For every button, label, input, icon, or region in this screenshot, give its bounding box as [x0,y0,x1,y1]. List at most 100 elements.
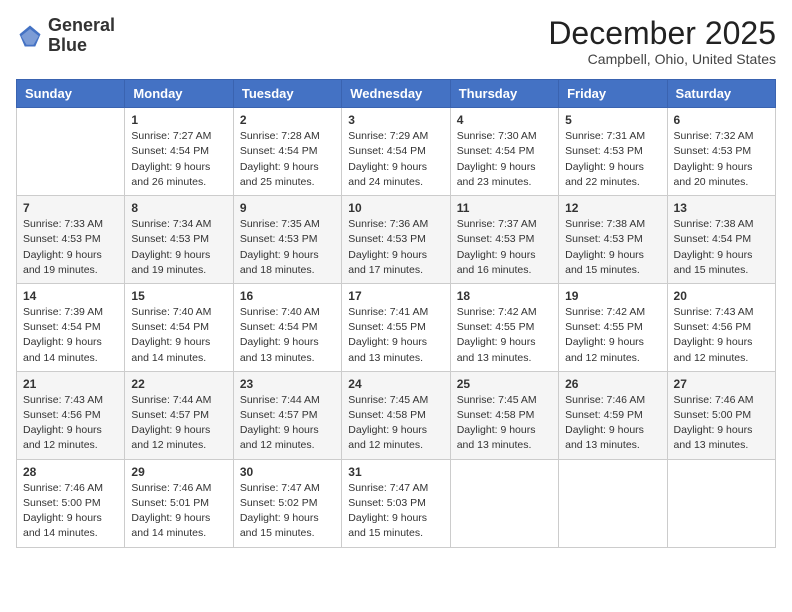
day-number: 26 [565,377,660,391]
sunset-text: Sunset: 4:53 PM [457,232,552,247]
logo-line2: Blue [48,36,115,56]
day-number: 19 [565,289,660,303]
sunset-text: Sunset: 5:02 PM [240,496,335,511]
daylight-text: Daylight: 9 hours and 15 minutes. [565,248,660,278]
daylight-text: Daylight: 9 hours and 13 minutes. [457,423,552,453]
daylight-text: Daylight: 9 hours and 20 minutes. [674,160,769,190]
sunrise-text: Sunrise: 7:41 AM [348,305,443,320]
calendar-cell: 6Sunrise: 7:32 AMSunset: 4:53 PMDaylight… [667,108,775,196]
daylight-text: Daylight: 9 hours and 19 minutes. [131,248,226,278]
day-number: 30 [240,465,335,479]
day-number: 9 [240,201,335,215]
daylight-text: Daylight: 9 hours and 25 minutes. [240,160,335,190]
day-info: Sunrise: 7:38 AMSunset: 4:53 PMDaylight:… [565,217,660,278]
calendar-cell [450,459,558,547]
calendar-cell: 9Sunrise: 7:35 AMSunset: 4:53 PMDaylight… [233,196,341,284]
calendar-week-3: 14 Sunrise: 7:39 AMSunset: 4:54 PMDayligh… [17,283,776,371]
calendar-cell: 7Sunrise: 7:33 AMSunset: 4:53 PMDaylight… [17,196,125,284]
day-info: Sunrise: 7:29 AMSunset: 4:54 PMDaylight:… [348,129,443,190]
day-number: 3 [348,113,443,127]
sunrise-text: Sunrise: 7:40 AM [240,305,335,320]
calendar-cell: 2Sunrise: 7:28 AMSunset: 4:54 PMDaylight… [233,108,341,196]
daylight-text: Daylight: 9 hours and 13 minutes. [348,335,443,365]
weekday-header-monday: Monday [125,80,233,108]
sunrise-text: Sunrise: 7:34 AM [131,217,226,232]
daylight-text: Daylight: 9 hours and 13 minutes. [565,423,660,453]
weekday-header-sunday: Sunday [17,80,125,108]
daylight-text: Daylight: 9 hours and 12 minutes. [23,423,118,453]
sunset-text: Sunset: 5:01 PM [131,496,226,511]
day-number: 28 [23,465,118,479]
day-info: Sunrise: 7:37 AMSunset: 4:53 PMDaylight:… [457,217,552,278]
day-info: Sunrise: 7:39 AMSunset: 4:54 PMDaylight:… [23,305,118,366]
day-info: Sunrise: 7:41 AMSunset: 4:55 PMDaylight:… [348,305,443,366]
day-info: Sunrise: 7:47 AMSunset: 5:03 PMDaylight:… [348,481,443,542]
day-info: Sunrise: 7:31 AMSunset: 4:53 PMDaylight:… [565,129,660,190]
day-info: Sunrise: 7:32 AMSunset: 4:53 PMDaylight:… [674,129,769,190]
sunset-text: Sunset: 4:53 PM [23,232,118,247]
title-block: December 2025 Campbell, Ohio, United Sta… [548,16,776,67]
day-info: Sunrise: 7:40 AMSunset: 4:54 PMDaylight:… [240,305,335,366]
daylight-text: Daylight: 9 hours and 12 minutes. [240,423,335,453]
calendar-cell: 8 Sunrise: 7:34 AMSunset: 4:53 PMDaylight… [125,196,233,284]
sunrise-text: Sunrise: 7:35 AM [240,217,335,232]
sunrise-text: Sunrise: 7:44 AM [240,393,335,408]
logo-icon [16,22,44,50]
sunrise-text: Sunrise: 7:28 AM [240,129,335,144]
day-info: Sunrise: 7:34 AMSunset: 4:53 PMDaylight:… [131,217,226,278]
sunset-text: Sunset: 4:54 PM [131,144,226,159]
daylight-text: Daylight: 9 hours and 14 minutes. [23,335,118,365]
sunset-text: Sunset: 5:00 PM [23,496,118,511]
calendar-cell [17,108,125,196]
calendar-cell [667,459,775,547]
sunset-text: Sunset: 4:54 PM [348,144,443,159]
day-number: 18 [457,289,552,303]
sunset-text: Sunset: 4:53 PM [674,144,769,159]
month-title: December 2025 [548,16,776,51]
day-number: 4 [457,113,552,127]
sunrise-text: Sunrise: 7:38 AM [674,217,769,232]
sunrise-text: Sunrise: 7:47 AM [240,481,335,496]
day-info: Sunrise: 7:44 AMSunset: 4:57 PMDaylight:… [131,393,226,454]
sunset-text: Sunset: 4:56 PM [674,320,769,335]
daylight-text: Daylight: 9 hours and 12 minutes. [674,335,769,365]
page-header: General Blue December 2025 Campbell, Ohi… [16,16,776,67]
day-number: 8 [131,201,226,215]
day-number: 31 [348,465,443,479]
calendar-cell: 28 Sunrise: 7:46 AMSunset: 5:00 PMDayligh… [17,459,125,547]
daylight-text: Daylight: 9 hours and 12 minutes. [131,423,226,453]
calendar-cell: 12 Sunrise: 7:38 AMSunset: 4:53 PMDayligh… [559,196,667,284]
sunrise-text: Sunrise: 7:46 AM [674,393,769,408]
daylight-text: Daylight: 9 hours and 26 minutes. [131,160,226,190]
daylight-text: Daylight: 9 hours and 23 minutes. [457,160,552,190]
daylight-text: Daylight: 9 hours and 12 minutes. [348,423,443,453]
daylight-text: Daylight: 9 hours and 14 minutes. [131,335,226,365]
daylight-text: Daylight: 9 hours and 13 minutes. [457,335,552,365]
day-info: Sunrise: 7:46 AMSunset: 5:01 PMDaylight:… [131,481,226,542]
calendar-cell: 3 Sunrise: 7:29 AMSunset: 4:54 PMDaylight… [342,108,450,196]
day-number: 12 [565,201,660,215]
calendar-week-2: 7Sunrise: 7:33 AMSunset: 4:53 PMDaylight… [17,196,776,284]
sunset-text: Sunset: 4:54 PM [457,144,552,159]
sunrise-text: Sunrise: 7:46 AM [565,393,660,408]
sunrise-text: Sunrise: 7:47 AM [348,481,443,496]
sunrise-text: Sunrise: 7:46 AM [23,481,118,496]
day-number: 13 [674,201,769,215]
day-info: Sunrise: 7:42 AMSunset: 4:55 PMDaylight:… [565,305,660,366]
daylight-text: Daylight: 9 hours and 15 minutes. [240,511,335,541]
day-info: Sunrise: 7:46 AMSunset: 5:00 PMDaylight:… [23,481,118,542]
day-number: 14 [23,289,118,303]
sunset-text: Sunset: 4:55 PM [457,320,552,335]
day-number: 24 [348,377,443,391]
calendar-cell: 19 Sunrise: 7:42 AMSunset: 4:55 PMDayligh… [559,283,667,371]
sunset-text: Sunset: 4:53 PM [131,232,226,247]
sunrise-text: Sunrise: 7:38 AM [565,217,660,232]
daylight-text: Daylight: 9 hours and 15 minutes. [674,248,769,278]
sunset-text: Sunset: 4:55 PM [348,320,443,335]
daylight-text: Daylight: 9 hours and 12 minutes. [565,335,660,365]
day-info: Sunrise: 7:45 AMSunset: 4:58 PMDaylight:… [348,393,443,454]
day-number: 1 [131,113,226,127]
sunrise-text: Sunrise: 7:44 AM [131,393,226,408]
day-info: Sunrise: 7:30 AMSunset: 4:54 PMDaylight:… [457,129,552,190]
sunrise-text: Sunrise: 7:43 AM [23,393,118,408]
